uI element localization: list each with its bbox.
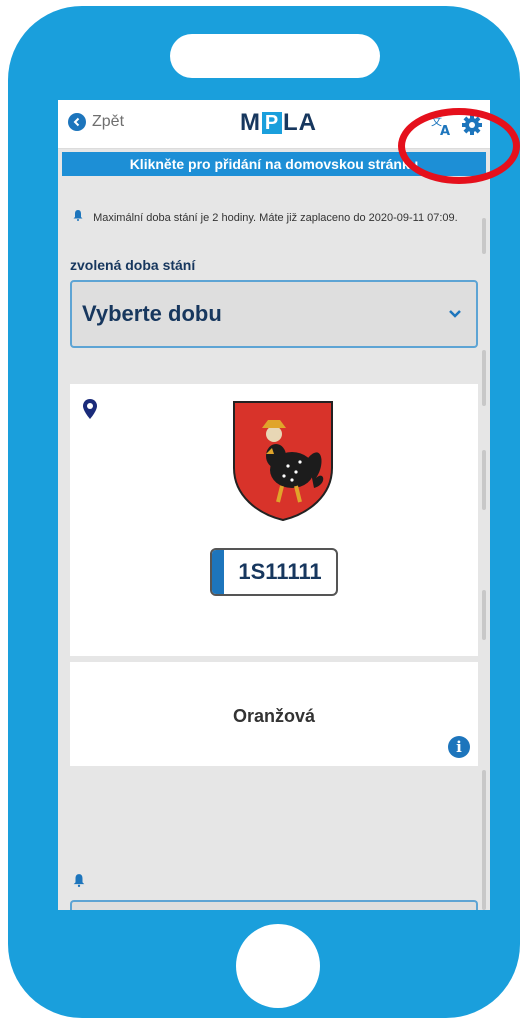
zone-name: Oranžová [232, 706, 316, 726]
logo-text-right: LA [283, 109, 317, 136]
back-button[interactable]: Zpět [68, 113, 124, 131]
scrollbar-segment [482, 770, 486, 910]
highlight-circle [398, 108, 520, 184]
notice-text: Maximální doba stání je 2 hodiny. Máte j… [93, 212, 458, 224]
zone-card: Oranžová i [70, 662, 478, 766]
parking-period-label: zvolená doba stání [70, 257, 196, 273]
bell-icon [72, 872, 86, 893]
scrollbar-segment [482, 590, 486, 640]
phone-speaker [170, 34, 380, 78]
parking-notice: Maximální doba stání je 2 hodiny. Máte j… [72, 208, 482, 228]
chevron-down-icon [448, 306, 462, 324]
vehicle-card: 1S11111 [70, 384, 478, 656]
scrollbar-segment [482, 450, 486, 510]
bottom-field[interactable] [70, 900, 478, 910]
info-icon[interactable]: i [448, 736, 470, 758]
logo-text-mid: P [262, 112, 282, 134]
app-logo: M P LA [240, 109, 317, 137]
parking-period-value: Vyberte dobu [82, 301, 222, 326]
logo-text-left: M [240, 109, 261, 136]
app-screen: Zpět M P LA 文 A Klikněte pro přidání na … [58, 100, 490, 910]
license-plate: 1S11111 [210, 548, 338, 596]
parking-period-select[interactable]: Vyberte dobu [70, 280, 478, 348]
license-plate-number: 1S11111 [238, 559, 322, 584]
back-label: Zpět [92, 113, 125, 130]
plate-eu-strip [212, 550, 224, 594]
scrollbar-segment [482, 218, 486, 254]
bell-icon [72, 208, 84, 228]
home-button[interactable] [236, 924, 320, 1008]
coat-of-arms [230, 398, 336, 522]
map-pin-icon[interactable] [82, 398, 98, 425]
back-arrow-icon [68, 113, 86, 131]
scrollbar-segment [482, 350, 486, 406]
